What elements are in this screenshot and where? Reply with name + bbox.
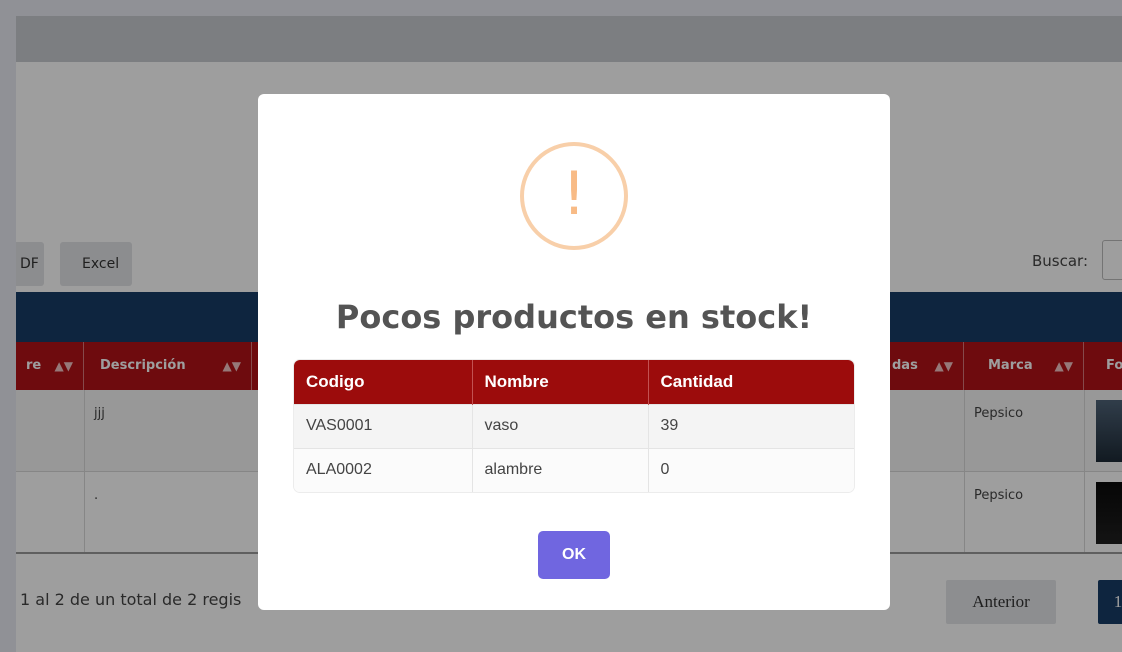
- stock-alert-modal: ! Pocos productos en stock! Codigo Nombr…: [258, 94, 890, 610]
- table-header-row: Codigo Nombre Cantidad: [294, 360, 854, 404]
- table-row: VAS0001 vaso 39: [294, 403, 854, 448]
- table-row: ALA0002 alambre 0: [294, 447, 854, 492]
- header-cantidad: Cantidad: [648, 360, 854, 404]
- ok-button[interactable]: OK: [538, 531, 610, 579]
- cell-cantidad: 39: [648, 403, 854, 448]
- modal-title: Pocos productos en stock!: [335, 298, 813, 336]
- header-nombre: Nombre: [472, 360, 649, 404]
- cell-codigo: ALA0002: [294, 447, 473, 492]
- cell-nombre: alambre: [472, 447, 649, 492]
- cell-cantidad: 0: [648, 447, 854, 492]
- cell-nombre: vaso: [472, 403, 649, 448]
- low-stock-table: Codigo Nombre Cantidad VAS0001 vaso 39 A…: [294, 360, 854, 492]
- header-codigo: Codigo: [294, 360, 473, 404]
- cell-codigo: VAS0001: [294, 403, 473, 448]
- exclamation-warning-icon: !: [520, 142, 628, 250]
